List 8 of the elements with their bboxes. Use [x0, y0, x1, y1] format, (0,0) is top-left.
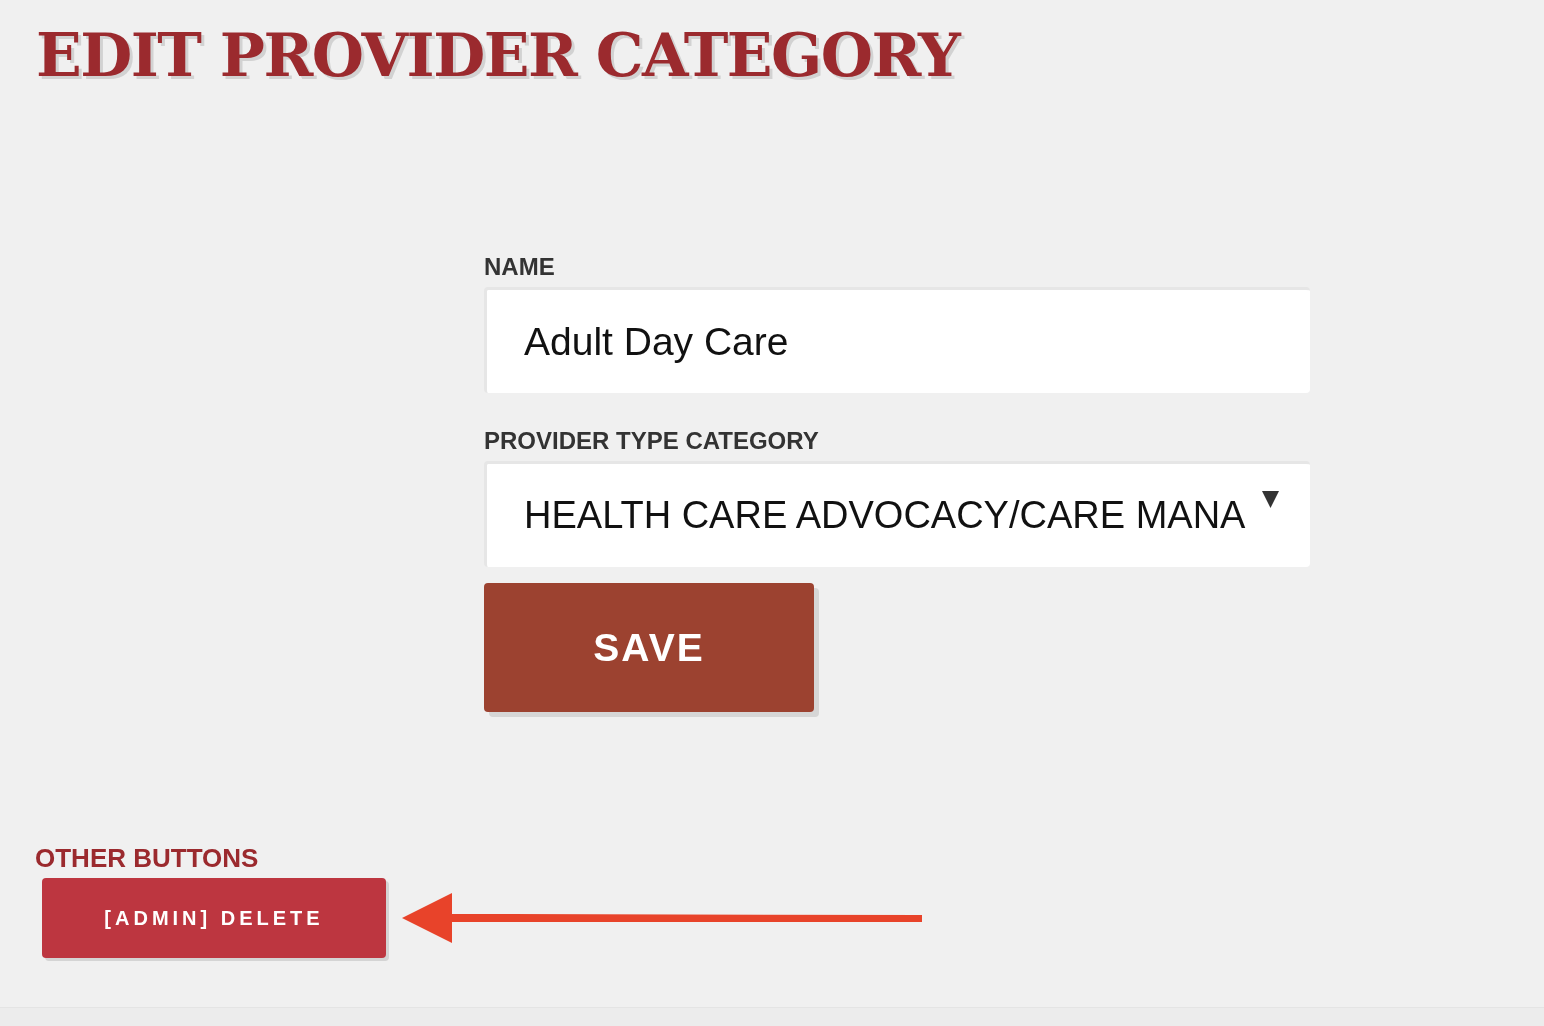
- name-input[interactable]: Adult Day Care: [484, 287, 1310, 393]
- category-select[interactable]: HEALTH CARE ADVOCACY/CARE MANA: [484, 461, 1310, 567]
- delete-button[interactable]: [ADMIN] DELETE: [42, 878, 386, 958]
- section-heading: OTHER BUTTONS: [35, 844, 259, 872]
- field-label: PROVIDER TYPE CATEGORY: [484, 427, 819, 455]
- page-title: EDIT PROVIDER CATEGORY: [36, 23, 960, 87]
- field-label: NAME: [484, 253, 555, 281]
- caret-icon: [1262, 491, 1279, 508]
